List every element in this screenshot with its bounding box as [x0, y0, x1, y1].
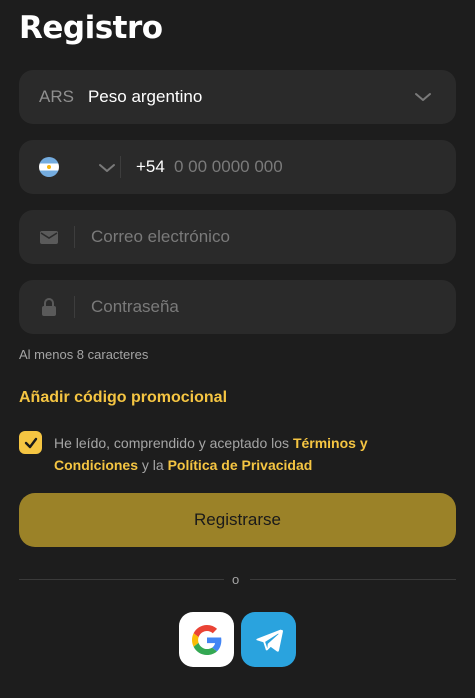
- page-title: Registro: [19, 10, 163, 46]
- dial-code: +54: [136, 157, 165, 176]
- privacy-link[interactable]: Política de Privacidad: [168, 457, 313, 473]
- phone-field: +54: [19, 140, 456, 194]
- mail-icon: [40, 231, 58, 244]
- chevron-down-icon[interactable]: [98, 159, 116, 177]
- currency-name: Peso argentino: [87, 87, 203, 106]
- google-icon: [191, 624, 221, 655]
- consent-text: He leído, comprendido y aceptado los Tér…: [54, 432, 434, 476]
- chevron-down-icon: [415, 93, 431, 101]
- consent-checkbox[interactable]: [19, 431, 42, 454]
- add-promo-code-link[interactable]: Añadir código promocional: [19, 389, 227, 407]
- currency-select[interactable]: ARS Peso argentino: [19, 70, 456, 124]
- checkmark-icon: [24, 437, 37, 448]
- field-divider: [74, 296, 75, 318]
- field-divider: [74, 226, 75, 248]
- field-divider: [120, 156, 121, 178]
- telegram-login-button[interactable]: [241, 612, 296, 667]
- consent-text-part: He leído, comprendido y aceptado los: [54, 435, 293, 451]
- password-input[interactable]: [91, 280, 431, 334]
- google-login-button[interactable]: [179, 612, 234, 667]
- divider-line: [250, 579, 456, 580]
- telegram-icon: [255, 629, 283, 652]
- or-divider-text: o: [232, 572, 240, 587]
- password-hint: Al menos 8 caracteres: [19, 347, 149, 362]
- currency-code: ARS: [39, 87, 74, 106]
- password-field: [19, 280, 456, 334]
- argentina-flag-icon[interactable]: [39, 157, 59, 177]
- divider-line: [19, 579, 224, 580]
- email-field: [19, 210, 456, 264]
- lock-icon: [42, 298, 56, 316]
- register-button[interactable]: Registrarse: [19, 493, 456, 547]
- phone-input[interactable]: [174, 140, 434, 194]
- consent-text-part: y la: [138, 457, 168, 473]
- email-input[interactable]: [91, 210, 431, 264]
